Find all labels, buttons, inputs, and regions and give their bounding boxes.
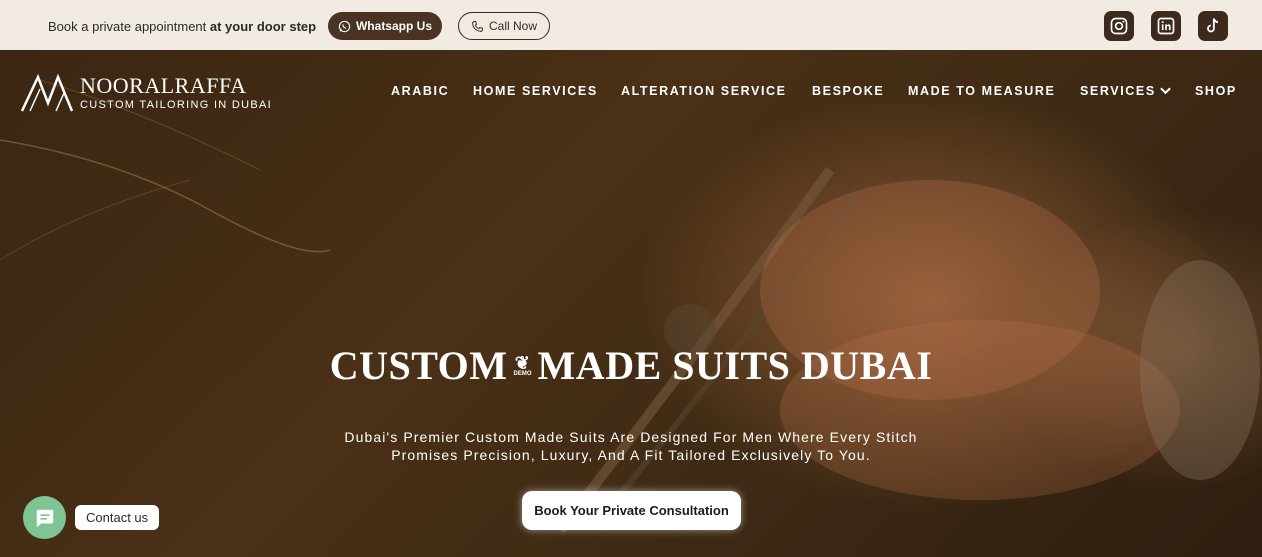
book-consultation-button[interactable]: Book Your Private Consultation bbox=[522, 491, 741, 530]
instagram-link[interactable] bbox=[1104, 11, 1134, 41]
hero-background-image bbox=[0, 79, 1260, 534]
nav-item-alteration-service[interactable]: ALTERATION SERVICE bbox=[621, 84, 787, 98]
headline-right: MADE SUITS DUBAI bbox=[537, 343, 933, 388]
brand-tagline: CUSTOM TAILORING IN DUBAI bbox=[80, 99, 273, 111]
whatsapp-label: Whatsapp Us bbox=[355, 19, 432, 33]
chevron-down-icon bbox=[1160, 87, 1171, 95]
contact-chat-button[interactable] bbox=[23, 496, 66, 539]
call-label: Call Now bbox=[488, 19, 537, 33]
linkedin-icon bbox=[1157, 17, 1175, 35]
hero-subtitle: Dubai's Premier Custom Made Suits Are De… bbox=[0, 428, 1262, 464]
tiktok-icon bbox=[1207, 18, 1219, 33]
nav-item-made-to-measure[interactable]: MADE TO MEASURE bbox=[908, 84, 1055, 98]
demo-badge: DEMO bbox=[513, 370, 532, 377]
nav-item-services[interactable]: SERVICES bbox=[1080, 84, 1171, 98]
fleur-icon: ❦ bbox=[514, 352, 531, 373]
nav-item-bespoke[interactable]: BESPOKE bbox=[812, 84, 884, 98]
tiktok-link[interactable] bbox=[1198, 11, 1228, 41]
chat-icon bbox=[36, 509, 53, 527]
appointment-text: Book a private appointment at your door … bbox=[48, 19, 317, 34]
hero-subtitle-line-1: Dubai's Premier Custom Made Suits Are De… bbox=[344, 429, 918, 445]
hero-subtitle-line-2: Promises Precision, Luxury, And A Fit Ta… bbox=[391, 447, 871, 463]
hero-headline: CUSTOM ❦ DEMO MADE SUITS DUBAI bbox=[0, 342, 1262, 389]
linkedin-link[interactable] bbox=[1151, 11, 1181, 41]
call-now-button[interactable]: Call Now bbox=[458, 12, 550, 40]
instagram-icon bbox=[1110, 17, 1128, 35]
contact-us-label[interactable]: Contact us bbox=[75, 505, 160, 530]
phone-icon bbox=[472, 20, 483, 32]
whatsapp-button[interactable]: Whatsapp Us bbox=[328, 12, 442, 40]
headline-left: CUSTOM bbox=[329, 343, 508, 388]
nav-item-shop[interactable]: SHOP bbox=[1195, 84, 1237, 98]
top-announcement-bar: Book a private appointment at your door … bbox=[0, 0, 1262, 50]
headline-separator: ❦ DEMO bbox=[509, 352, 537, 377]
nav-item-home-services[interactable]: HOME SERVICES bbox=[473, 84, 598, 98]
main-navigation: ARABIC HOME SERVICES ALTERATION SERVICE … bbox=[0, 84, 1262, 100]
hero-section: NOORALRAFFA CUSTOM TAILORING IN DUBAI AR… bbox=[0, 50, 1262, 557]
whatsapp-icon bbox=[338, 20, 351, 32]
nav-item-services-label: SERVICES bbox=[1080, 84, 1156, 98]
nav-item-arabic[interactable]: ARABIC bbox=[391, 84, 449, 98]
